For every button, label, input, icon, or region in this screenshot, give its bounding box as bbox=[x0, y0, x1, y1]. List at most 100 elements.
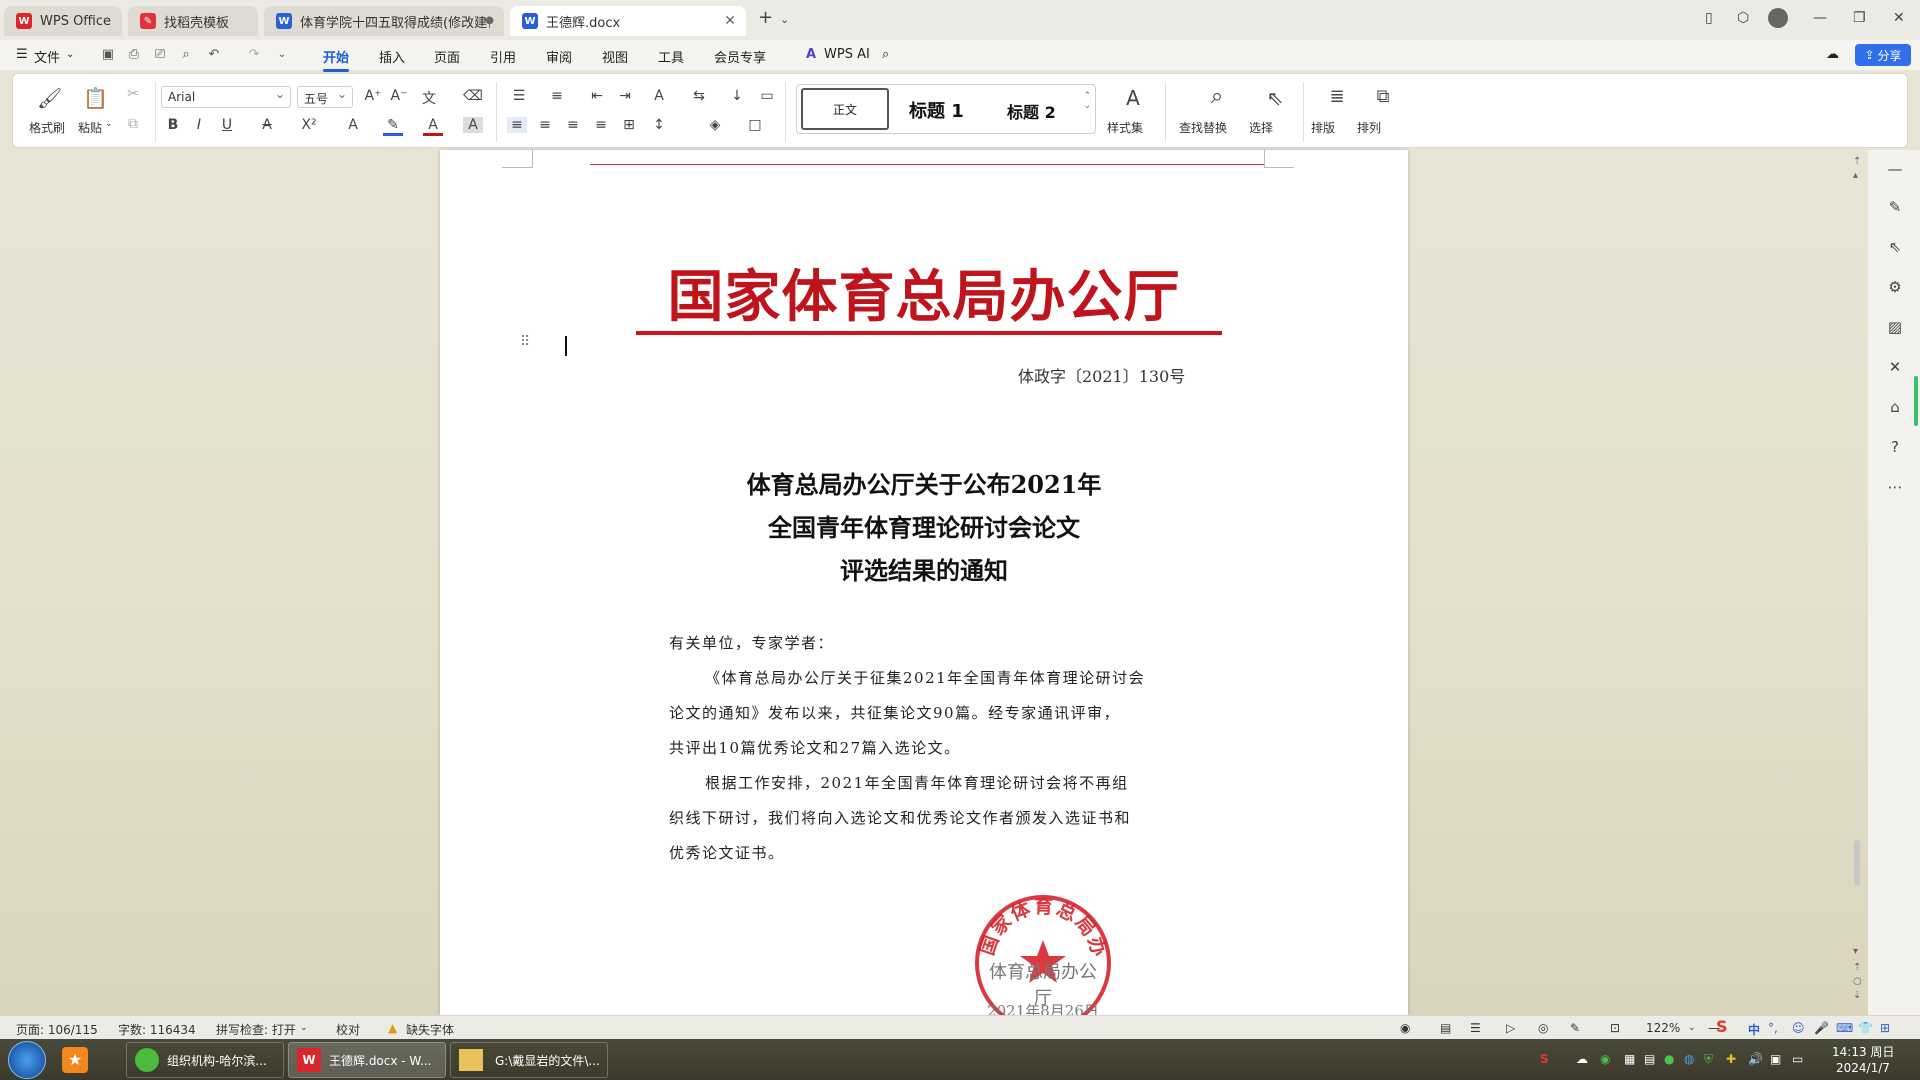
outdent-icon[interactable]: ⇤ bbox=[587, 88, 607, 104]
tools-grid-icon[interactable]: ⊞ bbox=[1880, 1021, 1890, 1035]
font-size-select[interactable]: 五号 bbox=[297, 86, 353, 108]
drag-handle-icon[interactable]: ⠿ bbox=[520, 334, 530, 350]
spell-check-toggle[interactable]: 拼写检查: 打开 bbox=[216, 1021, 296, 1038]
share-button[interactable]: ⇪ 分享 bbox=[1855, 44, 1911, 66]
tab-member[interactable]: 会员专享 bbox=[714, 47, 766, 66]
network-tray-icon[interactable]: ▤ bbox=[1644, 1052, 1655, 1066]
phonetic-icon[interactable]: 文 bbox=[419, 88, 439, 108]
style-heading-1[interactable]: 标题 1 bbox=[909, 97, 964, 123]
minimize-icon[interactable]: — bbox=[1813, 10, 1827, 26]
tab-page[interactable]: 页面 bbox=[434, 47, 460, 66]
text-effect-icon[interactable]: A bbox=[343, 117, 363, 133]
italic-icon[interactable]: I bbox=[189, 117, 209, 133]
redo-icon[interactable]: ↷ bbox=[246, 47, 262, 63]
clear-format-icon[interactable]: ⌫ bbox=[463, 88, 483, 104]
chinese-layout-icon[interactable]: A bbox=[649, 88, 669, 104]
missing-font-button[interactable]: 缺失字体 bbox=[406, 1021, 454, 1038]
format-painter-icon[interactable]: 🖌 bbox=[37, 86, 62, 110]
action-center-icon[interactable]: ▭ bbox=[1792, 1052, 1803, 1066]
fit-page-icon[interactable]: ⊡ bbox=[1610, 1021, 1620, 1035]
app-tray-icon[interactable]: ▦ bbox=[1624, 1052, 1635, 1066]
security-tray-icon[interactable]: ● bbox=[1664, 1052, 1674, 1066]
style-heading-2[interactable]: 标题 2 bbox=[1007, 99, 1056, 123]
next-page-icon[interactable]: ⇣ bbox=[1853, 990, 1861, 1001]
sogou-ime-icon[interactable]: S bbox=[1716, 1017, 1728, 1036]
help-icon[interactable]: ? bbox=[1886, 438, 1904, 456]
keyboard-icon[interactable]: ⌨ bbox=[1836, 1021, 1853, 1035]
search-icon[interactable]: ⌕ bbox=[882, 47, 889, 62]
style-normal[interactable]: 正文 bbox=[801, 88, 889, 130]
document-page[interactable]: 国家体育总局办公厅 ⠿ 体政字〔2021〕130号 体育总局办公厅关于公布202… bbox=[440, 150, 1408, 1015]
show-marks-icon[interactable]: ▭ bbox=[757, 88, 777, 104]
select-cursor-icon[interactable]: ⇖ bbox=[1265, 86, 1285, 110]
select-browse-icon[interactable]: ○ bbox=[1853, 976, 1862, 987]
select-cursor-icon[interactable]: ⇖ bbox=[1886, 238, 1904, 256]
image-edit-icon[interactable]: ▨ bbox=[1886, 318, 1904, 336]
highlight-icon[interactable]: ✎ bbox=[383, 117, 403, 136]
char-shading-icon[interactable]: A bbox=[463, 117, 483, 133]
taskbar-item-wps[interactable]: W 王德辉.docx - W... bbox=[288, 1042, 446, 1078]
taskbar-item-browser[interactable]: 组织机构-哈尔滨... bbox=[126, 1042, 284, 1078]
scroll-thumb[interactable] bbox=[1854, 840, 1860, 886]
tab-docer[interactable]: ✎ 找稻壳模板 bbox=[128, 6, 258, 36]
chevron-down-icon[interactable]: ⌄ bbox=[1688, 1023, 1696, 1033]
chevron-down-icon[interactable]: ⌄ bbox=[66, 49, 74, 60]
cut-icon[interactable]: ✂ bbox=[123, 86, 143, 102]
font-shrink-icon[interactable]: A⁻ bbox=[389, 88, 409, 104]
chevron-down-icon[interactable]: ⌄ bbox=[105, 119, 113, 129]
collapse-icon[interactable]: — bbox=[1886, 160, 1904, 178]
format-painter-button[interactable]: 格式刷 bbox=[29, 119, 65, 136]
outline-view-icon[interactable]: ☰ bbox=[1470, 1021, 1481, 1035]
tab-view[interactable]: 视图 bbox=[602, 47, 628, 66]
export-pdf-icon[interactable]: ⎙ bbox=[126, 47, 142, 63]
border-icon[interactable]: □ bbox=[745, 117, 765, 133]
cloud-tray-icon[interactable]: ☁ bbox=[1576, 1052, 1588, 1066]
volume-icon[interactable]: 🔊 bbox=[1748, 1052, 1763, 1066]
pen-icon[interactable]: ✎ bbox=[1886, 198, 1904, 216]
tab-review[interactable]: 审阅 bbox=[546, 47, 572, 66]
microphone-icon[interactable]: 🎤 bbox=[1814, 1021, 1829, 1035]
style-set-button[interactable]: 样式集 bbox=[1107, 119, 1143, 136]
skin-icon[interactable]: 👕 bbox=[1858, 1021, 1873, 1035]
cube-icon[interactable]: ⬡ bbox=[1737, 10, 1749, 26]
layout-button[interactable]: 排版 bbox=[1311, 119, 1335, 136]
numbered-list-icon[interactable]: ≡ bbox=[547, 88, 567, 104]
scroll-top-icon[interactable]: ⇡ bbox=[1853, 156, 1861, 167]
arrange-icon[interactable]: ⧉ bbox=[1373, 86, 1393, 107]
distribute-icon[interactable]: ⊞ bbox=[619, 117, 639, 133]
pen-icon[interactable]: ✎ bbox=[1570, 1021, 1580, 1035]
sogou-tray-icon[interactable]: S bbox=[1540, 1052, 1549, 1066]
prev-page-icon[interactable]: ⇡ bbox=[1853, 962, 1861, 973]
scroll-down-icon[interactable]: ▾ bbox=[1853, 946, 1858, 957]
bullet-list-icon[interactable]: ☰ bbox=[509, 88, 529, 104]
tab-doc-sports-college[interactable]: W 体育学院十四五取得成绩(修改建议 ● bbox=[264, 6, 504, 36]
shield-icon[interactable]: ⛨ bbox=[1704, 1052, 1713, 1067]
clock-time[interactable]: 14:13 周日 bbox=[1832, 1043, 1894, 1060]
tab-insert[interactable]: 插入 bbox=[379, 47, 405, 66]
align-center-icon[interactable]: ≡ bbox=[535, 117, 555, 133]
font-name-select[interactable]: Arial bbox=[161, 86, 291, 108]
taskbar-item-explorer[interactable]: G:\戴显岩的文件\... bbox=[450, 1042, 608, 1078]
word-count[interactable]: 字数: 116434 bbox=[118, 1021, 196, 1038]
justify-icon[interactable]: ≡ bbox=[591, 117, 611, 133]
play-icon[interactable]: ▷ bbox=[1506, 1021, 1515, 1035]
page-indicator[interactable]: 页面: 106/115 bbox=[16, 1021, 98, 1038]
arrange-button[interactable]: 排列 bbox=[1357, 119, 1381, 136]
strikethrough-icon[interactable]: A bbox=[257, 117, 277, 133]
text-direction-icon[interactable]: ⇆ bbox=[689, 88, 709, 104]
web-view-icon[interactable]: ◎ bbox=[1538, 1021, 1548, 1035]
chevron-down-icon[interactable]: ⌄ bbox=[780, 13, 789, 26]
tools-icon[interactable]: ✕ bbox=[1886, 358, 1904, 376]
font-color-icon[interactable]: A bbox=[423, 117, 443, 136]
bold-icon[interactable]: B bbox=[163, 117, 183, 133]
tab-wps-office[interactable]: W WPS Office bbox=[4, 6, 122, 36]
more-icon[interactable]: ⋯ bbox=[1886, 478, 1904, 496]
print-preview-icon[interactable]: ⌕ bbox=[178, 47, 194, 63]
close-window-icon[interactable]: ✕ bbox=[1893, 10, 1905, 26]
tab-home[interactable]: 开始 bbox=[323, 47, 350, 72]
vertical-scrollbar[interactable]: ⇡ ▴ ▾ ⇡ ○ ⇣ bbox=[1848, 150, 1866, 1015]
wps-ai-button[interactable]: WPS AI bbox=[824, 47, 870, 62]
chevron-down-icon[interactable]: ⌄ bbox=[274, 49, 290, 65]
file-menu[interactable]: 文件 bbox=[34, 47, 60, 66]
restore-icon[interactable]: ❐ bbox=[1853, 10, 1866, 26]
